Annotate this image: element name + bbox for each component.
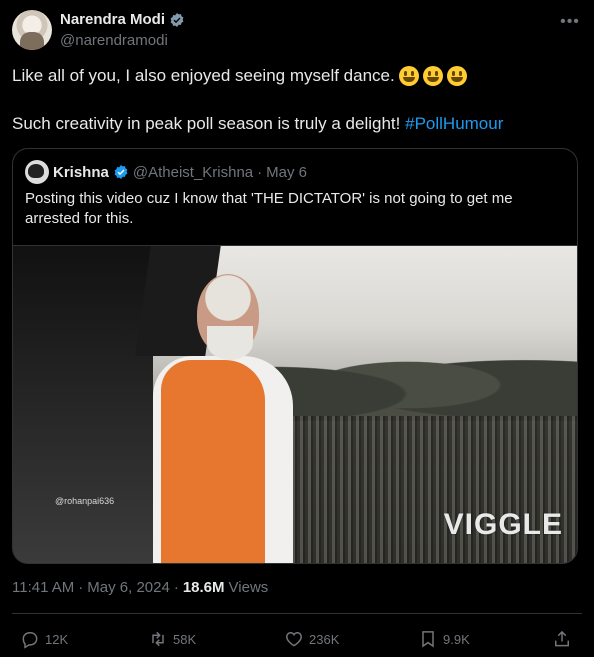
views-label: Views (228, 579, 269, 596)
post-time[interactable]: 11:41 AM (12, 579, 74, 596)
post-line-2: Such creativity in peak poll season is t… (12, 114, 401, 133)
divider (12, 613, 582, 614)
post-metadata: 11:41 AM · May 6, 2024 · 18.6M Views (12, 579, 268, 596)
video-stage-structure (13, 246, 153, 563)
grinning-face-emoji-icon (398, 66, 419, 86)
video-watermark-handle: @rohanpai636 (55, 496, 115, 506)
reply-count: 12K (45, 631, 69, 647)
action-bar: 12K 58K 236K 9.9K (12, 624, 582, 654)
reply-button[interactable]: 12K (20, 624, 68, 654)
like-count: 236K (309, 631, 340, 647)
post-header: Narendra Modi @narendramodi ••• (12, 10, 582, 50)
grinning-face-emoji-icon (446, 66, 467, 86)
author-name[interactable]: Narendra Modi (60, 11, 165, 28)
hashtag-link[interactable]: #PollHumour (405, 114, 503, 133)
video-watermark-logo: VIGGLE (443, 508, 563, 541)
bookmark-count: 9.9K (443, 631, 470, 647)
post-line-1: Like all of you, I also enjoyed seeing m… (12, 66, 395, 85)
blue-verified-badge-icon (114, 165, 128, 179)
meta-separator: · (78, 579, 84, 596)
bookmark-icon (422, 631, 434, 648)
separator-dot: · (257, 163, 263, 181)
quoted-author-handle: @Atheist_Krishna (132, 163, 254, 181)
repost-count: 58K (173, 631, 197, 647)
heart-icon (286, 631, 302, 647)
video-player[interactable]: @rohanpai636 VIGGLE (13, 245, 577, 563)
grinning-face-emoji-icon (422, 66, 443, 86)
reply-icon (22, 632, 38, 649)
quoted-post-text: Posting this video cuz I know that 'THE … (25, 190, 513, 227)
video-dancing-person (139, 274, 299, 563)
like-button[interactable]: 236K (284, 624, 339, 654)
quoted-post-date: May 6 (266, 163, 308, 181)
verified-badge-icon (170, 12, 184, 27)
author-avatar[interactable] (12, 10, 52, 50)
repost-button[interactable]: 58K (148, 624, 196, 654)
author-handle[interactable]: @narendramodi (60, 32, 168, 49)
repost-icon (152, 631, 164, 647)
quoted-post-header: Krishna @Atheist_Krishna · May 6 (25, 160, 308, 184)
share-button[interactable] (552, 624, 572, 654)
share-icon (555, 630, 569, 647)
views-count: 18.6M (182, 579, 225, 596)
more-options-icon[interactable]: ••• (560, 12, 580, 32)
post-date[interactable]: May 6, 2024 (87, 579, 170, 596)
bookmark-button[interactable]: 9.9K (418, 624, 470, 654)
meta-separator: · (173, 579, 179, 596)
post-text: Like all of you, I also enjoyed seeing m… (12, 64, 582, 133)
quoted-post[interactable]: Krishna @Atheist_Krishna · May 6 Posting… (12, 148, 578, 564)
author-name-row: Narendra Modi (60, 11, 185, 28)
quoted-author-name: Krishna (53, 163, 109, 181)
quoted-author-avatar (25, 160, 49, 184)
